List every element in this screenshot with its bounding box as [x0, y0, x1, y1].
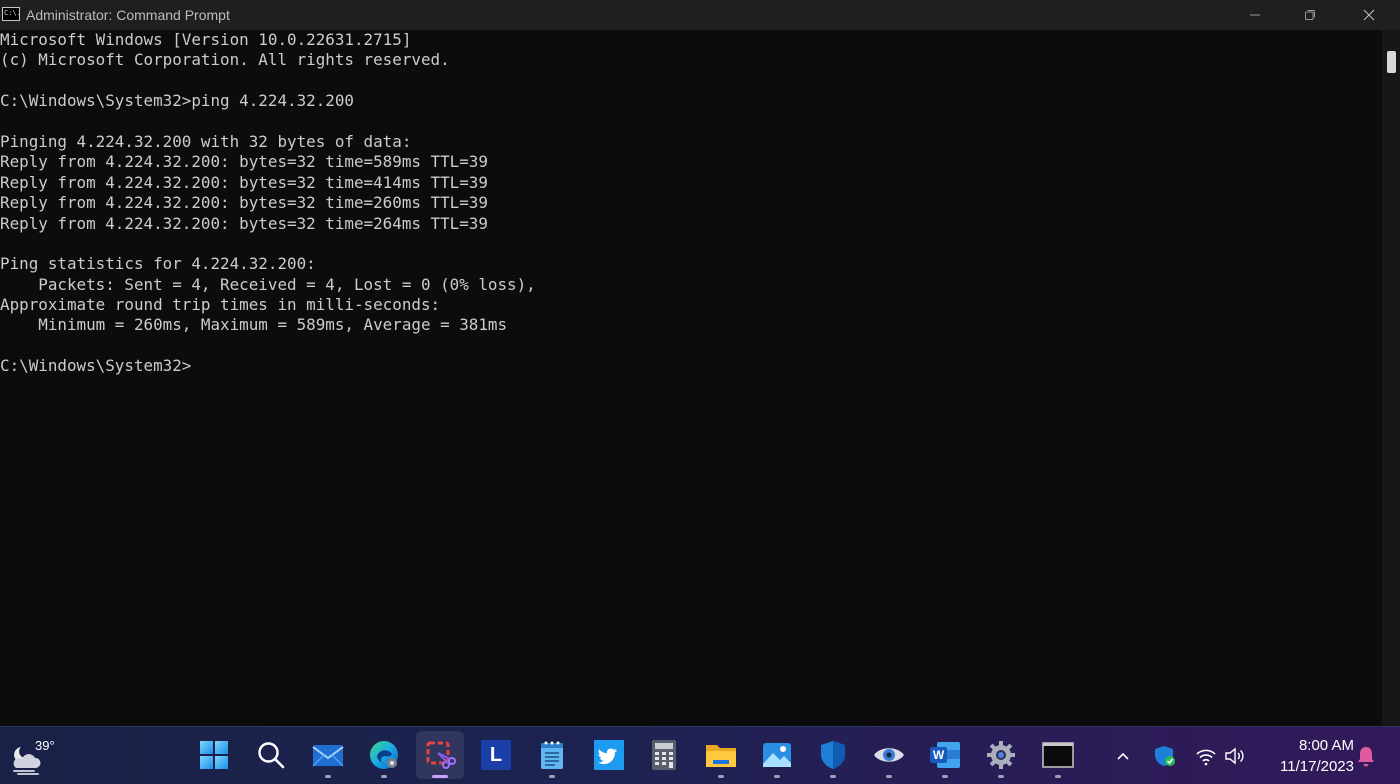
- photos-app[interactable]: [753, 731, 801, 779]
- running-indicator: [830, 775, 836, 778]
- scrollbar-thumb[interactable]: [1387, 51, 1396, 73]
- show-hidden-icons-button[interactable]: [1110, 743, 1136, 769]
- vertical-scrollbar[interactable]: [1382, 30, 1400, 726]
- restore-button[interactable]: [1287, 0, 1333, 30]
- gear-icon: [987, 741, 1015, 769]
- console-output[interactable]: Microsoft Windows [Version 10.0.22631.27…: [0, 30, 1382, 726]
- calculator-icon: [652, 740, 676, 770]
- mail-icon: [312, 745, 344, 767]
- word-app[interactable]: W: [921, 731, 969, 779]
- console-line: Minimum = 260ms, Maximum = 589ms, Averag…: [0, 315, 508, 335]
- chevron-up-icon: [1117, 752, 1129, 760]
- l-app[interactable]: L: [472, 731, 520, 779]
- volume-button[interactable]: [1222, 743, 1248, 769]
- console-line: Reply from 4.224.32.200: bytes=32 time=2…: [0, 213, 488, 233]
- network-button[interactable]: [1193, 743, 1219, 769]
- active-indicator: [432, 775, 448, 778]
- file-explorer-app[interactable]: [697, 731, 745, 779]
- running-indicator: [942, 775, 948, 778]
- close-button[interactable]: [1346, 0, 1392, 30]
- letter-l-icon: L: [481, 740, 511, 770]
- running-indicator: [774, 775, 780, 778]
- search-button[interactable]: [247, 731, 295, 779]
- twitter-app[interactable]: [585, 731, 633, 779]
- wifi-icon: [1196, 749, 1216, 766]
- settings-app[interactable]: [977, 731, 1025, 779]
- clock[interactable]: 8:00 AM 11/17/2023: [1258, 735, 1354, 777]
- security-tray-button[interactable]: [1152, 743, 1178, 769]
- console-line: Reply from 4.224.32.200: bytes=32 time=2…: [0, 193, 488, 213]
- command-prompt-window: C:\. Administrator: Command Prompt Micro…: [0, 0, 1400, 726]
- running-indicator: [718, 775, 724, 778]
- notifications-button[interactable]: [1353, 743, 1379, 769]
- close-icon: [1363, 9, 1375, 21]
- defender-app[interactable]: [809, 731, 857, 779]
- snipping-tool-app[interactable]: [416, 731, 464, 779]
- volume-icon: [1225, 747, 1244, 765]
- edge-app[interactable]: [360, 731, 408, 779]
- running-indicator: [998, 775, 1004, 778]
- word-app-label: W: [932, 748, 945, 762]
- console-line: Reply from 4.224.32.200: bytes=32 time=5…: [0, 152, 488, 172]
- snipping-tool-icon: [426, 741, 456, 769]
- console-line: Microsoft Windows [Version 10.0.22631.27…: [0, 30, 412, 49]
- terminal-app[interactable]: [1034, 731, 1082, 779]
- clock-time: 8:00 AM: [1298, 737, 1354, 754]
- eye-icon: [874, 748, 904, 762]
- notepad-app[interactable]: [528, 731, 576, 779]
- running-indicator: [886, 775, 892, 778]
- console-line: C:\Windows\System32>: [0, 356, 192, 376]
- restore-icon: [1305, 10, 1315, 20]
- console-line: Approximate round trip times in milli-se…: [0, 295, 441, 315]
- eye-app[interactable]: [865, 731, 913, 779]
- taskbar: 39° L W 8:00 AM 11/17/2023: [0, 726, 1400, 784]
- cmd-icon: C:\.: [2, 7, 20, 21]
- console-line: Ping statistics for 4.224.32.200:: [0, 254, 316, 274]
- search-icon: [258, 742, 285, 769]
- notepad-icon: [541, 741, 563, 769]
- bell-icon: [1358, 747, 1374, 767]
- start-button[interactable]: [190, 731, 238, 779]
- weather-widget[interactable]: 39°: [8, 735, 58, 777]
- clock-date: 11/17/2023: [1280, 758, 1354, 775]
- photos-icon: [763, 743, 791, 767]
- title-bar[interactable]: C:\. Administrator: Command Prompt: [0, 0, 1400, 30]
- terminal-icon: [1042, 742, 1074, 768]
- word-icon: W: [929, 740, 961, 770]
- shield-icon: [821, 741, 845, 769]
- security-shield-icon: [1155, 746, 1175, 766]
- folder-icon: [706, 745, 736, 767]
- minimize-button[interactable]: [1232, 0, 1278, 30]
- windows-logo-icon: [200, 741, 228, 769]
- mail-app[interactable]: [304, 731, 352, 779]
- l-app-label: L: [489, 743, 503, 766]
- minimize-icon: [1250, 14, 1260, 16]
- weather-temperature: 39°: [35, 738, 55, 753]
- console-line: C:\Windows\System32>ping 4.224.32.200: [0, 91, 354, 111]
- cmd-icon-text: C:\.: [4, 9, 20, 17]
- running-indicator: [549, 775, 555, 778]
- edge-icon: [370, 741, 398, 769]
- console-line: (c) Microsoft Corporation. All rights re…: [0, 50, 450, 70]
- running-indicator: [1055, 775, 1061, 778]
- twitter-icon: [594, 740, 624, 770]
- console-line: Packets: Sent = 4, Received = 4, Lost = …: [0, 274, 536, 294]
- running-indicator: [381, 775, 387, 778]
- window-title: Administrator: Command Prompt: [26, 7, 230, 23]
- running-indicator: [325, 775, 331, 778]
- console-line: Pinging 4.224.32.200 with 32 bytes of da…: [0, 131, 412, 151]
- calculator-app[interactable]: [640, 731, 688, 779]
- console-line: Reply from 4.224.32.200: bytes=32 time=4…: [0, 172, 488, 192]
